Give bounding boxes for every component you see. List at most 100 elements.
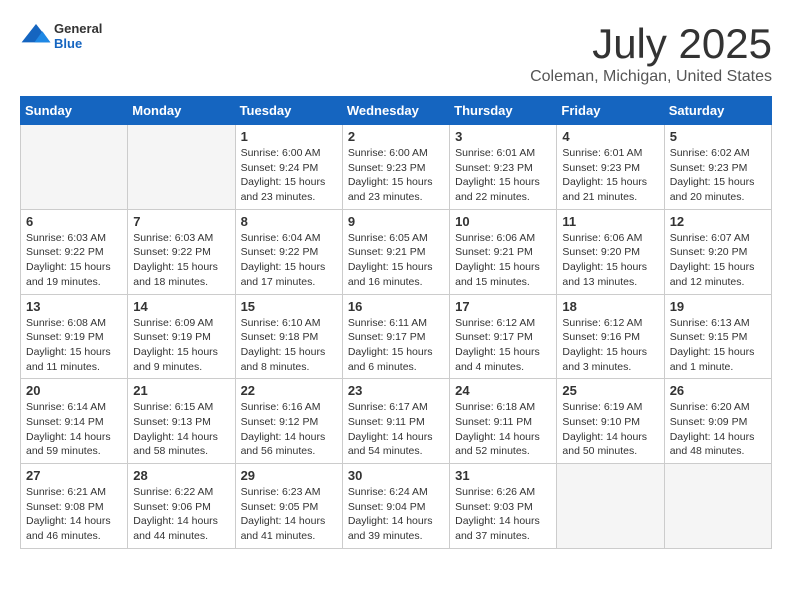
day-info: Sunrise: 6:07 AMSunset: 9:20 PMDaylight:…	[670, 231, 766, 290]
calendar-cell	[557, 464, 664, 549]
day-info: Sunrise: 6:01 AMSunset: 9:23 PMDaylight:…	[562, 146, 658, 205]
calendar-week-row: 20 Sunrise: 6:14 AMSunset: 9:14 PMDayligh…	[21, 379, 772, 464]
calendar-cell: 20 Sunrise: 6:14 AMSunset: 9:14 PMDayligh…	[21, 379, 128, 464]
day-number: 29	[241, 468, 337, 483]
calendar-week-row: 13 Sunrise: 6:08 AMSunset: 9:19 PMDayligh…	[21, 294, 772, 379]
day-number: 7	[133, 214, 229, 229]
calendar-cell	[664, 464, 771, 549]
day-info: Sunrise: 6:00 AMSunset: 9:24 PMDaylight:…	[241, 146, 337, 205]
day-number: 11	[562, 214, 658, 229]
day-info: Sunrise: 6:17 AMSunset: 9:11 PMDaylight:…	[348, 400, 444, 459]
calendar-cell: 19 Sunrise: 6:13 AMSunset: 9:15 PMDayligh…	[664, 294, 771, 379]
day-info: Sunrise: 6:06 AMSunset: 9:20 PMDaylight:…	[562, 231, 658, 290]
calendar-header-row: SundayMondayTuesdayWednesdayThursdayFrid…	[21, 97, 772, 125]
day-number: 22	[241, 383, 337, 398]
weekday-header: Monday	[128, 97, 235, 125]
day-number: 15	[241, 299, 337, 314]
day-number: 13	[26, 299, 122, 314]
day-info: Sunrise: 6:14 AMSunset: 9:14 PMDaylight:…	[26, 400, 122, 459]
day-number: 14	[133, 299, 229, 314]
day-info: Sunrise: 6:02 AMSunset: 9:23 PMDaylight:…	[670, 146, 766, 205]
calendar-cell: 11 Sunrise: 6:06 AMSunset: 9:20 PMDayligh…	[557, 209, 664, 294]
logo-icon	[20, 20, 52, 52]
weekday-header: Sunday	[21, 97, 128, 125]
day-number: 20	[26, 383, 122, 398]
day-number: 3	[455, 129, 551, 144]
day-info: Sunrise: 6:12 AMSunset: 9:17 PMDaylight:…	[455, 316, 551, 375]
calendar-week-row: 1Sunrise: 6:00 AMSunset: 9:24 PMDaylight…	[21, 125, 772, 210]
calendar-cell	[128, 125, 235, 210]
calendar-cell: 29 Sunrise: 6:23 AMSunset: 9:05 PMDayligh…	[235, 464, 342, 549]
day-number: 19	[670, 299, 766, 314]
calendar-cell: 22Sunrise: 6:16 AMSunset: 9:12 PMDayligh…	[235, 379, 342, 464]
day-number: 24	[455, 383, 551, 398]
calendar-cell: 26 Sunrise: 6:20 AMSunset: 9:09 PMDayligh…	[664, 379, 771, 464]
calendar-cell: 1Sunrise: 6:00 AMSunset: 9:24 PMDaylight…	[235, 125, 342, 210]
page-header: General Blue July 2025 Coleman, Michigan…	[20, 20, 772, 86]
day-info: Sunrise: 6:03 AMSunset: 9:22 PMDaylight:…	[133, 231, 229, 290]
day-info: Sunrise: 6:26 AMSunset: 9:03 PMDaylight:…	[455, 485, 551, 544]
day-info: Sunrise: 6:23 AMSunset: 9:05 PMDaylight:…	[241, 485, 337, 544]
day-info: Sunrise: 6:01 AMSunset: 9:23 PMDaylight:…	[455, 146, 551, 205]
calendar-cell: 27Sunrise: 6:21 AMSunset: 9:08 PMDayligh…	[21, 464, 128, 549]
calendar-cell: 12 Sunrise: 6:07 AMSunset: 9:20 PMDayligh…	[664, 209, 771, 294]
day-info: Sunrise: 6:00 AMSunset: 9:23 PMDaylight:…	[348, 146, 444, 205]
calendar-cell: 21Sunrise: 6:15 AMSunset: 9:13 PMDayligh…	[128, 379, 235, 464]
day-number: 17	[455, 299, 551, 314]
calendar-cell: 24Sunrise: 6:18 AMSunset: 9:11 PMDayligh…	[450, 379, 557, 464]
day-info: Sunrise: 6:19 AMSunset: 9:10 PMDaylight:…	[562, 400, 658, 459]
logo-blue-text: Blue	[54, 36, 102, 51]
calendar-cell: 15Sunrise: 6:10 AMSunset: 9:18 PMDayligh…	[235, 294, 342, 379]
day-number: 4	[562, 129, 658, 144]
calendar-cell: 31Sunrise: 6:26 AMSunset: 9:03 PMDayligh…	[450, 464, 557, 549]
calendar-cell: 23Sunrise: 6:17 AMSunset: 9:11 PMDayligh…	[342, 379, 449, 464]
day-number: 16	[348, 299, 444, 314]
day-number: 6	[26, 214, 122, 229]
day-info: Sunrise: 6:03 AMSunset: 9:22 PMDaylight:…	[26, 231, 122, 290]
day-info: Sunrise: 6:11 AMSunset: 9:17 PMDaylight:…	[348, 316, 444, 375]
month-title: July 2025	[530, 20, 772, 68]
calendar-cell: 18Sunrise: 6:12 AMSunset: 9:16 PMDayligh…	[557, 294, 664, 379]
day-number: 12	[670, 214, 766, 229]
calendar-cell: 17 Sunrise: 6:12 AMSunset: 9:17 PMDayligh…	[450, 294, 557, 379]
calendar-week-row: 6 Sunrise: 6:03 AMSunset: 9:22 PMDaylight…	[21, 209, 772, 294]
calendar-cell: 9 Sunrise: 6:05 AMSunset: 9:21 PMDaylight…	[342, 209, 449, 294]
calendar-cell	[21, 125, 128, 210]
day-number: 26	[670, 383, 766, 398]
calendar-cell: 13 Sunrise: 6:08 AMSunset: 9:19 PMDayligh…	[21, 294, 128, 379]
day-number: 2	[348, 129, 444, 144]
calendar-cell: 25 Sunrise: 6:19 AMSunset: 9:10 PMDayligh…	[557, 379, 664, 464]
day-info: Sunrise: 6:13 AMSunset: 9:15 PMDaylight:…	[670, 316, 766, 375]
day-info: Sunrise: 6:20 AMSunset: 9:09 PMDaylight:…	[670, 400, 766, 459]
day-info: Sunrise: 6:05 AMSunset: 9:21 PMDaylight:…	[348, 231, 444, 290]
weekday-header: Thursday	[450, 97, 557, 125]
weekday-header: Tuesday	[235, 97, 342, 125]
logo-general-text: General	[54, 21, 102, 36]
calendar-cell: 7 Sunrise: 6:03 AMSunset: 9:22 PMDaylight…	[128, 209, 235, 294]
calendar-cell: 5 Sunrise: 6:02 AMSunset: 9:23 PMDaylight…	[664, 125, 771, 210]
day-number: 28	[133, 468, 229, 483]
day-info: Sunrise: 6:12 AMSunset: 9:16 PMDaylight:…	[562, 316, 658, 375]
calendar-week-row: 27Sunrise: 6:21 AMSunset: 9:08 PMDayligh…	[21, 464, 772, 549]
day-info: Sunrise: 6:09 AMSunset: 9:19 PMDaylight:…	[133, 316, 229, 375]
day-info: Sunrise: 6:24 AMSunset: 9:04 PMDaylight:…	[348, 485, 444, 544]
calendar-cell: 4 Sunrise: 6:01 AMSunset: 9:23 PMDaylight…	[557, 125, 664, 210]
calendar-cell: 8Sunrise: 6:04 AMSunset: 9:22 PMDaylight…	[235, 209, 342, 294]
weekday-header: Saturday	[664, 97, 771, 125]
calendar-cell: 3 Sunrise: 6:01 AMSunset: 9:23 PMDaylight…	[450, 125, 557, 210]
calendar-cell: 10Sunrise: 6:06 AMSunset: 9:21 PMDayligh…	[450, 209, 557, 294]
day-number: 5	[670, 129, 766, 144]
location-text: Coleman, Michigan, United States	[530, 68, 772, 86]
day-info: Sunrise: 6:06 AMSunset: 9:21 PMDaylight:…	[455, 231, 551, 290]
calendar-table: SundayMondayTuesdayWednesdayThursdayFrid…	[20, 96, 772, 549]
day-number: 25	[562, 383, 658, 398]
day-info: Sunrise: 6:15 AMSunset: 9:13 PMDaylight:…	[133, 400, 229, 459]
calendar-cell: 30Sunrise: 6:24 AMSunset: 9:04 PMDayligh…	[342, 464, 449, 549]
day-number: 27	[26, 468, 122, 483]
day-number: 9	[348, 214, 444, 229]
day-number: 8	[241, 214, 337, 229]
title-block: July 2025 Coleman, Michigan, United Stat…	[530, 20, 772, 86]
calendar-cell: 28Sunrise: 6:22 AMSunset: 9:06 PMDayligh…	[128, 464, 235, 549]
calendar-cell: 14 Sunrise: 6:09 AMSunset: 9:19 PMDayligh…	[128, 294, 235, 379]
day-info: Sunrise: 6:08 AMSunset: 9:19 PMDaylight:…	[26, 316, 122, 375]
